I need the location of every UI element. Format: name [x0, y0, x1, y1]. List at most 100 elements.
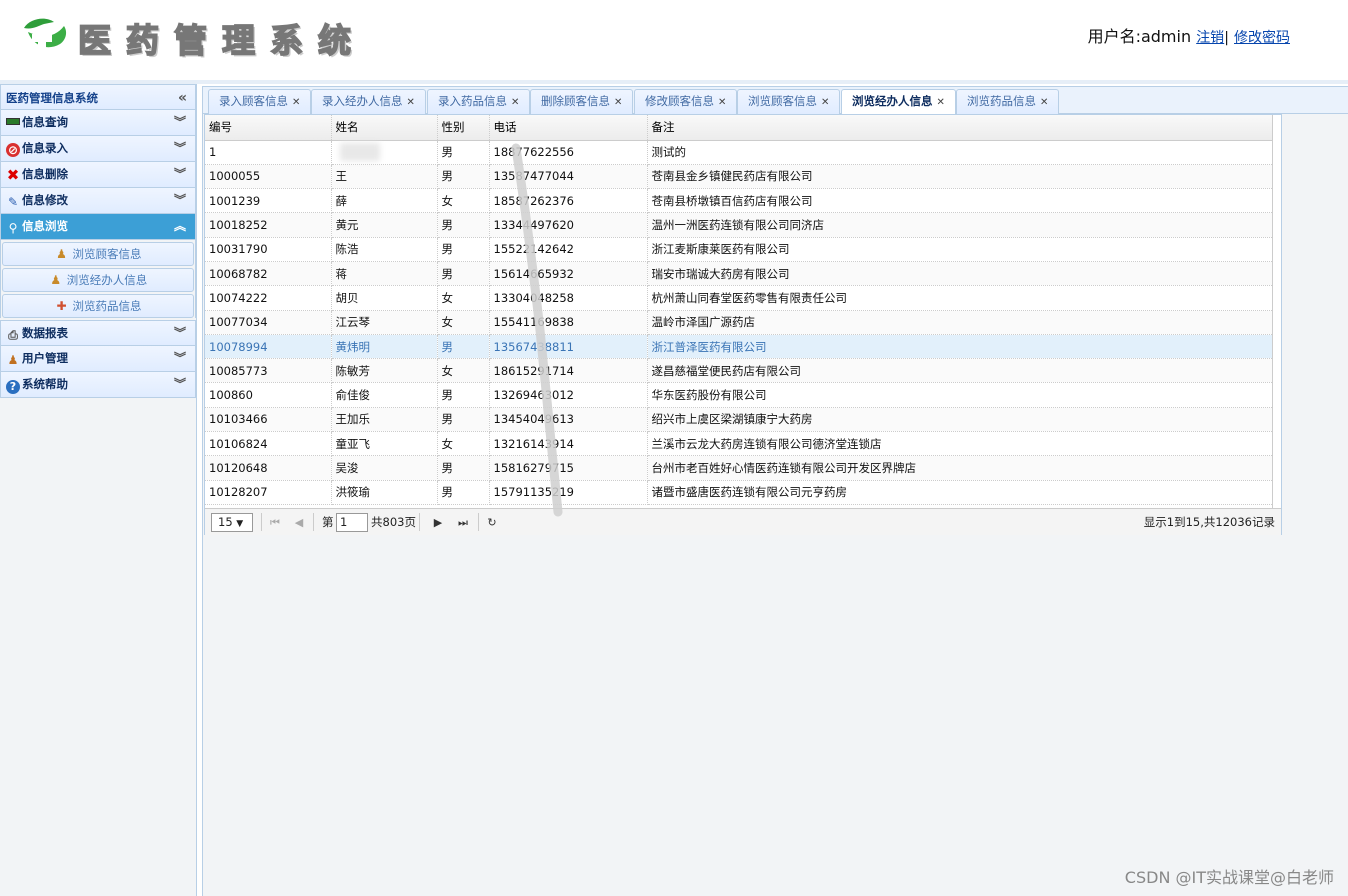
- column-header-gender[interactable]: 性别: [437, 115, 490, 141]
- tab-label: 修改顾客信息: [645, 94, 714, 108]
- vertical-scrollbar[interactable]: [1272, 115, 1281, 508]
- menu-info-entry[interactable]: ⊘ 信息录入 ︾: [0, 136, 196, 162]
- chevron-down-icon[interactable]: ︾: [174, 188, 186, 213]
- search-icon: ⚲: [8, 221, 18, 235]
- cell-id: 10031790: [205, 237, 332, 262]
- app-header: 医药管理系统 用户名:admin 注销| 修改密码: [0, 0, 1348, 80]
- prev-page-icon[interactable]: ◀: [291, 513, 307, 532]
- menu-system-help[interactable]: ? 系统帮助 ︾: [0, 372, 196, 398]
- close-icon[interactable]: ✕: [937, 97, 945, 108]
- close-icon[interactable]: ✕: [407, 97, 415, 108]
- chevron-up-icon[interactable]: ︽: [174, 214, 186, 239]
- pager-separator: [478, 513, 479, 531]
- cell-remark: 浙江麦斯康莱医药有限公司: [647, 237, 1274, 262]
- cell-name: 陈浩: [331, 237, 438, 262]
- menu-info-modify[interactable]: ✎ 信息修改 ︾: [0, 188, 196, 214]
- column-header-remark[interactable]: 备注: [647, 115, 1274, 141]
- last-page-icon[interactable]: ⏭: [455, 513, 471, 532]
- cell-id: 10128207: [205, 480, 332, 505]
- menu-info-delete[interactable]: ✖ 信息删除 ︾: [0, 162, 196, 188]
- tab-browse-customer[interactable]: 浏览顾客信息 ✕: [737, 89, 841, 114]
- next-page-icon[interactable]: ▶: [430, 513, 446, 532]
- cell-remark: 遂昌慈福堂便民药店有限公司: [647, 358, 1274, 384]
- chevron-down-icon[interactable]: ︾: [174, 321, 186, 346]
- tab-enter-agent[interactable]: 录入经办人信息 ✕: [311, 89, 426, 114]
- chevron-down-icon[interactable]: ︾: [174, 136, 186, 161]
- tab-modify-customer[interactable]: 修改顾客信息 ✕: [634, 89, 738, 114]
- table-row[interactable]: 10077034 江云琴女 15541169838 温岭市泽国广源药店: [205, 310, 1274, 335]
- first-page-icon[interactable]: ⏮: [267, 513, 283, 532]
- table-row[interactable]: 10085773 陈敏芳女 18615291714 遂昌慈福堂便民药店有限公司: [205, 358, 1274, 384]
- table-row[interactable]: 1000055 王男 13587477044 苍南县金乡镇健民药店有限公司: [205, 164, 1274, 190]
- table-row[interactable]: 10103466 王加乐男 13454049613 绍兴市上虞区梁湖镇康宁大药房: [205, 407, 1274, 433]
- chevron-down-icon[interactable]: ︾: [174, 110, 186, 135]
- tab-enter-customer[interactable]: 录入顾客信息 ✕: [208, 89, 312, 114]
- cell-gender: 男: [437, 261, 490, 287]
- cell-remark: 杭州萧山同春堂医药零售有限责任公司: [647, 285, 1274, 311]
- menu-info-browse[interactable]: ⚲ 信息浏览 ︽: [0, 214, 196, 240]
- refresh-icon[interactable]: ↻: [484, 513, 500, 532]
- close-icon[interactable]: ✕: [718, 97, 726, 108]
- table-row[interactable]: 1001239 薛女 18587262376 苍南县桥墩镇百信药店有限公司: [205, 188, 1274, 214]
- change-password-link[interactable]: 修改密码: [1234, 30, 1290, 46]
- tab-label: 录入经办人信息: [322, 94, 403, 108]
- tab-delete-customer[interactable]: 删除顾客信息 ✕: [530, 89, 634, 114]
- current-page-input[interactable]: 1: [336, 513, 368, 532]
- close-icon[interactable]: ✕: [821, 97, 829, 108]
- cell-gender: 男: [437, 480, 490, 505]
- sidebar-title-label: 医药管理信息系统: [6, 91, 98, 105]
- chevron-down-icon[interactable]: ︾: [174, 372, 186, 397]
- submenu-browse-medicines[interactable]: ✚ 浏览药品信息: [2, 294, 194, 318]
- tab-enter-medicine[interactable]: 录入药品信息 ✕: [427, 89, 531, 114]
- menu-user-management[interactable]: ♟ 用户管理 ︾: [0, 346, 196, 372]
- tab-browse-medicine[interactable]: 浏览药品信息 ✕: [956, 89, 1060, 114]
- sidebar: 医药管理信息系统 « 信息查询 ︾ ⊘ 信息录入 ︾ ✖ 信息删除 ︾ ✎ 信息修改 …: [0, 84, 197, 896]
- table-row[interactable]: 10018252 黄元男 13344497620 温州一洲医药连锁有限公司同济店: [205, 212, 1274, 238]
- page-size-select[interactable]: 15 ▼: [211, 513, 253, 532]
- table-row[interactable]: 10128207 洪筱瑜男 15791135219 诸暨市盛唐医药连锁有限公司元亨药房: [205, 480, 1274, 505]
- column-header-name[interactable]: 姓名: [331, 115, 438, 141]
- collapse-sidebar-icon[interactable]: «: [178, 85, 187, 111]
- cell-gender: 男: [437, 212, 490, 238]
- table-row[interactable]: 100860 俞佳俊男 13269463012 华东医药股份有限公司: [205, 382, 1274, 408]
- column-header-id[interactable]: 编号: [205, 115, 332, 141]
- user-bar: 用户名:admin 注销| 修改密码: [1088, 23, 1290, 47]
- table-row[interactable]: 10120648 吴浚男 15816279715 台州市老百姓好心情医药连锁有限公司开…: [205, 455, 1274, 481]
- column-header-phone[interactable]: 电话: [489, 115, 648, 141]
- submenu-browse-customers[interactable]: ♟ 浏览顾客信息: [2, 242, 194, 266]
- cell-id: 10103466: [205, 407, 332, 433]
- menu-label: 数据报表: [22, 326, 68, 340]
- menu-data-report[interactable]: ⎙ 数据报表 ︾: [0, 320, 196, 346]
- menu-label: 信息浏览: [22, 219, 68, 233]
- table-row[interactable]: 10074222 胡贝女 13304048258 杭州萧山同春堂医药零售有限责任公司: [205, 285, 1274, 311]
- chevron-down-icon[interactable]: ︾: [174, 162, 186, 187]
- table-row[interactable]: 10078994 黄炜明男 13567438811 浙江普泽医药有限公司: [205, 334, 1274, 360]
- cell-gender: 男: [437, 334, 490, 360]
- close-icon[interactable]: ✕: [511, 97, 519, 108]
- cell-phone: 13567438811: [489, 334, 648, 360]
- table-row[interactable]: 10068782 蒋男 15614665932 瑞安市瑞诚大药房有限公司: [205, 261, 1274, 287]
- menu-info-query[interactable]: 信息查询 ︾: [0, 110, 196, 136]
- sidebar-title: 医药管理信息系统 «: [0, 84, 196, 110]
- help-icon: ?: [6, 380, 20, 394]
- cell-phone: 18615291714: [489, 358, 648, 384]
- cell-gender: 男: [437, 382, 490, 408]
- table-row[interactable]: 10031790 陈浩男 15522142642 浙江麦斯康莱医药有限公司: [205, 237, 1274, 262]
- cell-name: 王: [331, 164, 438, 190]
- close-icon[interactable]: ✕: [614, 97, 622, 108]
- tab-browse-agent[interactable]: 浏览经办人信息 ✕: [841, 89, 956, 115]
- submenu-label: 浏览药品信息: [72, 299, 142, 313]
- tab-label: 浏览顾客信息: [748, 94, 817, 108]
- chevron-down-icon[interactable]: ︾: [174, 346, 186, 371]
- logout-link[interactable]: 注销: [1196, 30, 1224, 46]
- table-row[interactable]: 10106824 童亚飞女 13216143914 兰溪市云龙大药房连锁有限公司德济堂…: [205, 431, 1274, 457]
- close-icon[interactable]: ✕: [292, 97, 300, 108]
- submenu-browse-agents[interactable]: ♟ 浏览经办人信息: [2, 268, 194, 292]
- submenu-label: 浏览顾客信息: [72, 247, 142, 261]
- cell-id: 100860: [205, 382, 332, 408]
- cell-gender: 男: [437, 407, 490, 433]
- close-icon[interactable]: ✕: [1040, 97, 1048, 108]
- cell-phone: 15791135219: [489, 480, 648, 505]
- cell-name: 吴浚: [331, 455, 438, 481]
- printer-icon: ⎙: [8, 328, 18, 342]
